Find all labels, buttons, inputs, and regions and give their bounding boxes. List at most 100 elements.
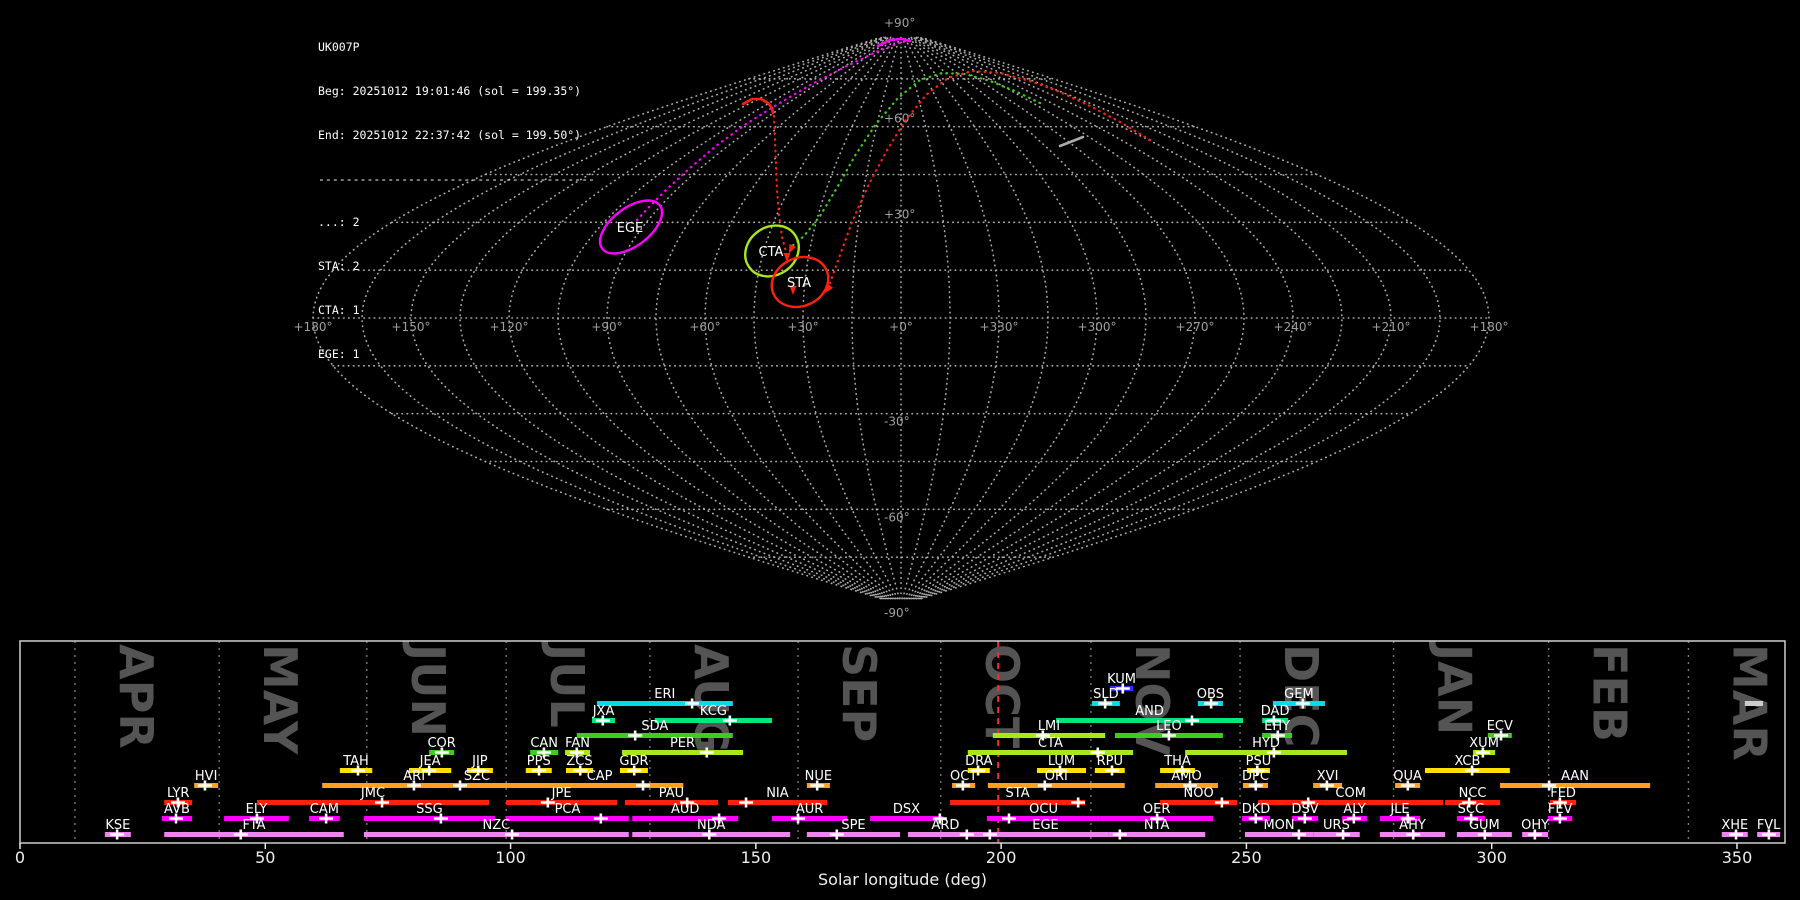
shower-label-URS: URS [1323, 818, 1350, 833]
peak-marker-EGE [983, 830, 997, 840]
shower-label-FED: FED [1550, 786, 1576, 801]
count-ege: EGE: 1 [318, 347, 595, 362]
month-label-JUN: JUN [401, 641, 455, 737]
latitude-label: +90° [884, 16, 915, 30]
longitude-label: +30° [787, 320, 818, 334]
sky-map-and-activity-chart: +180°+150°+120°+90°+60°+30°+0°+330°+300°… [0, 0, 1800, 900]
shower-label-FTA: FTA [242, 818, 265, 833]
x-tick-label: 150 [741, 848, 772, 867]
shower-label-AUR: AUR [796, 802, 823, 817]
magenta-drift-track [636, 41, 905, 221]
month-label-JAN: JAN [1428, 641, 1482, 735]
shower-label-JPE: JPE [551, 786, 572, 801]
count-cta: CTA: 1 [318, 303, 595, 318]
shower-label-SZC: SZC [464, 769, 490, 784]
shower-label-SDA: SDA [641, 719, 668, 734]
shower-label-COM: COM [1335, 786, 1366, 801]
red-drift-track [743, 99, 773, 113]
begin-time: Beg: 20251012 19:01:46 (sol = 199.35°) [318, 84, 595, 99]
longitude-label: +300° [1078, 320, 1117, 334]
peak-marker-OCU [1002, 814, 1016, 824]
month-label-MAY: MAY [253, 644, 307, 755]
peak-marker-ARD [960, 830, 974, 840]
meteor-radiant-activity-screen: +180°+150°+120°+90°+60°+30°+0°+330°+300°… [0, 0, 1800, 900]
shower-label-MON: MON [1263, 818, 1294, 833]
shower-label-AND: AND [1135, 704, 1164, 719]
shower-label-ORI: ORI [1045, 769, 1068, 784]
shower-label-KCG: KCG [700, 704, 727, 719]
x-tick-label: 0 [15, 848, 25, 867]
longitude-label: +210° [1372, 320, 1411, 334]
shower-label-DSX: DSX [893, 802, 920, 817]
shower-bar [1745, 701, 1763, 706]
month-label-SEP: SEP [832, 644, 886, 742]
end-time: End: 20251012 22:37:42 (sol = 199.50°) [318, 128, 595, 143]
shower-label-ARD: ARD [931, 818, 959, 833]
shower-label-PCA: PCA [555, 802, 581, 817]
count-sta: STA: 2 [318, 259, 595, 274]
peak-marker-STA [1071, 798, 1085, 808]
latitude-label: -30° [884, 415, 910, 429]
month-label-NOV: NOV [1125, 644, 1179, 756]
longitude-label: +270° [1176, 320, 1215, 334]
station-id: UK007P [318, 40, 595, 55]
x-tick-label: 100 [495, 848, 526, 867]
shower-label-CTA: CTA [1038, 736, 1063, 751]
green-drift-track [791, 73, 1040, 247]
peak-marker-SDA [628, 731, 642, 741]
latitude-label: +60° [884, 112, 915, 126]
peak-marker-NOO [1215, 798, 1229, 808]
longitude-label: +330° [980, 320, 1019, 334]
shower-label-SSG: SSG [416, 802, 443, 817]
shower-label-NCC: NCC [1459, 786, 1487, 801]
shower-label-CAM: CAM [310, 802, 339, 817]
longitude-label: +0° [889, 320, 913, 334]
observation-summary: UK007P Beg: 20251012 19:01:46 (sol = 199… [318, 11, 595, 390]
longitude-label: +60° [689, 320, 720, 334]
shower-label-AAN: AAN [1561, 769, 1589, 784]
radiant-label-CTA: CTA [759, 245, 784, 260]
shower-label-NZC: NZC [482, 818, 510, 833]
x-tick-label: 350 [1722, 848, 1753, 867]
count-sporadic: ...: 2 [318, 215, 595, 230]
peak-marker-AND [1185, 716, 1199, 726]
shower-label-AMO: AMO [1171, 769, 1201, 784]
meridian-line [705, 37, 894, 598]
peak-marker-PCA [594, 814, 608, 824]
shower-label-SPE: SPE [841, 818, 865, 833]
month-label-JUL: JUL [540, 641, 594, 728]
x-tick-label: 300 [1476, 848, 1507, 867]
longitude-label: +180° [1470, 320, 1509, 334]
shower-label-PER: PER [670, 736, 695, 751]
shower-label-LMI: LMI [1038, 719, 1060, 734]
shower-label-LUM: LUM [1048, 754, 1075, 769]
shower-label-PAU: PAU [659, 786, 684, 801]
shower-label-NDA: NDA [697, 818, 726, 833]
shower-label-STA: STA [1006, 786, 1030, 801]
shower-label-THA: THA [1163, 754, 1191, 769]
red-drift-track [774, 116, 786, 252]
latitude-label: -60° [884, 510, 910, 524]
x-axis-title: Solar longitude (deg) [818, 870, 987, 889]
shower-label-GEM: GEM [1284, 687, 1314, 702]
x-tick-label: 200 [986, 848, 1017, 867]
shower-label-NOO: NOO [1183, 786, 1213, 801]
peak-marker-CAP [636, 781, 650, 791]
separator: ---------------------------------------- [318, 172, 595, 187]
month-label-APR: APR [109, 644, 163, 749]
month-label-FEB: FEB [1583, 644, 1637, 742]
radiant-drift-tracks [636, 39, 1150, 295]
shower-label-OCU: OCU [1029, 802, 1058, 817]
x-tick-label: 50 [255, 848, 275, 867]
shower-bars: KUMERISLDOBSGEMJXAKCGANDDADSDALMILEOEHYE… [105, 672, 1781, 840]
latitude-label: +30° [884, 207, 915, 221]
peak-marker-NIA [739, 798, 753, 808]
latitude-label: -90° [884, 606, 910, 620]
x-tick-label: 250 [1231, 848, 1262, 867]
radiant-ellipses: EGE CTA STA [591, 190, 837, 316]
activity-chart: APRMAYJUNJULAUGSEPOCTNOVDECJANFEBMAR0501… [15, 641, 1785, 889]
radiant-label-EGE: EGE [617, 221, 644, 236]
shower-label-EGE: EGE [1032, 818, 1059, 833]
radiant-label-STA: STA [787, 276, 811, 291]
shower-label-RPU: RPU [1097, 754, 1123, 769]
